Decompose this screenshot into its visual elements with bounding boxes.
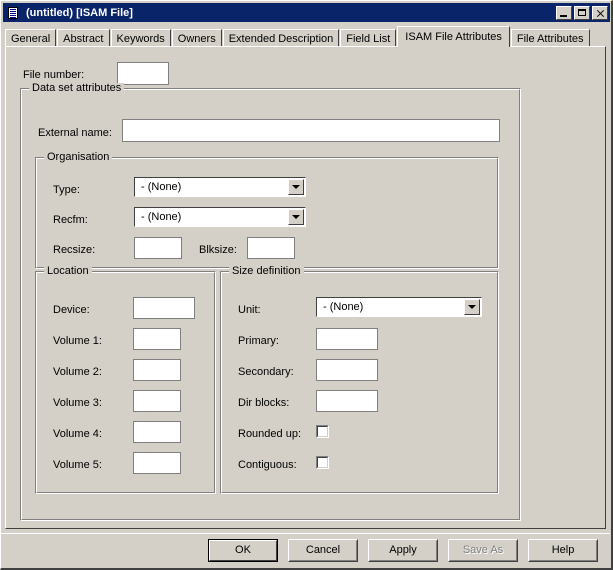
size-definition-legend: Size definition <box>229 266 304 277</box>
ok-button[interactable]: OK <box>208 539 278 562</box>
volume-5-input[interactable] <box>133 452 181 474</box>
apply-button[interactable]: Apply <box>368 539 438 562</box>
contiguous-checkbox[interactable] <box>316 456 329 469</box>
primary-input[interactable] <box>316 328 378 350</box>
tab-file-attributes[interactable]: File Attributes <box>511 29 590 47</box>
external-name-input[interactable] <box>122 119 500 142</box>
volume-2-label: Volume 2: <box>53 366 102 378</box>
title-bar: (untitled) [ISAM File] <box>3 3 610 22</box>
file-number-input[interactable] <box>117 62 169 85</box>
tab-field-list[interactable]: Field List <box>340 29 396 47</box>
unit-combobox[interactable]: - (None) <box>316 297 482 317</box>
tab-strip: General Abstract Keywords Owners Extende… <box>5 27 606 47</box>
volume-4-label: Volume 4: <box>53 428 102 440</box>
recfm-combobox[interactable]: - (None) <box>134 207 306 227</box>
secondary-label: Secondary: <box>238 366 294 378</box>
contiguous-label: Contiguous: <box>238 459 297 471</box>
device-input[interactable] <box>133 297 195 319</box>
type-label: Type: <box>53 184 80 196</box>
isam-file-dialog: (untitled) [ISAM File] General Abstract … <box>0 0 613 570</box>
chevron-down-icon[interactable] <box>288 209 304 225</box>
help-button[interactable]: Help <box>528 539 598 562</box>
volume-4-input[interactable] <box>133 421 181 443</box>
data-set-attributes-legend: Data set attributes <box>29 83 124 94</box>
location-group: Location Device: Volume 1: Volume 2: Vol… <box>35 271 216 494</box>
file-number-label: File number: <box>23 69 84 81</box>
location-legend: Location <box>44 266 92 277</box>
dir-blocks-label: Dir blocks: <box>238 397 289 409</box>
size-definition-group: Size definition Unit: - (None) Primary: … <box>220 271 499 494</box>
rounded-up-label: Rounded up: <box>238 428 301 440</box>
tab-abstract[interactable]: Abstract <box>57 29 109 47</box>
tab-general[interactable]: General <box>5 29 56 47</box>
rounded-up-checkbox[interactable] <box>316 425 329 438</box>
external-name-label: External name: <box>38 127 112 139</box>
window-title: (untitled) [ISAM File] <box>26 7 556 19</box>
organisation-group: Organisation Type: - (None) Recfm: - (No… <box>35 157 499 269</box>
device-label: Device: <box>53 304 90 316</box>
recfm-label: Recfm: <box>53 214 88 226</box>
minimize-button[interactable] <box>556 6 572 20</box>
recsize-label: Recsize: <box>53 244 95 256</box>
recsize-input[interactable] <box>134 237 182 259</box>
type-combobox-value: - (None) <box>136 179 287 195</box>
maximize-button[interactable] <box>574 6 590 20</box>
close-button[interactable] <box>592 6 608 20</box>
volume-3-label: Volume 3: <box>53 397 102 409</box>
unit-combobox-value: - (None) <box>318 299 463 315</box>
volume-1-label: Volume 1: <box>53 335 102 347</box>
document-icon <box>6 6 22 20</box>
volume-2-input[interactable] <box>133 359 181 381</box>
volume-1-input[interactable] <box>133 328 181 350</box>
data-set-attributes-group: Data set attributes External name: Organ… <box>20 88 521 521</box>
volume-3-input[interactable] <box>133 390 181 412</box>
volume-5-label: Volume 5: <box>53 459 102 471</box>
chevron-down-icon[interactable] <box>288 179 304 195</box>
organisation-legend: Organisation <box>44 152 112 163</box>
save-as-button: Save As <box>448 539 518 562</box>
tab-page-isam-file-attributes: File number: Data set attributes Externa… <box>5 46 606 529</box>
recfm-combobox-value: - (None) <box>136 209 287 225</box>
primary-label: Primary: <box>238 335 279 347</box>
dir-blocks-input[interactable] <box>316 390 378 412</box>
blksize-label: Blksize: <box>199 244 237 256</box>
tab-keywords[interactable]: Keywords <box>111 29 171 47</box>
type-combobox[interactable]: - (None) <box>134 177 306 197</box>
blksize-input[interactable] <box>247 237 295 259</box>
cancel-button[interactable]: Cancel <box>288 539 358 562</box>
secondary-input[interactable] <box>316 359 378 381</box>
tab-isam-file-attributes[interactable]: ISAM File Attributes <box>397 26 510 47</box>
unit-label: Unit: <box>238 304 261 316</box>
dialog-button-bar: OK Cancel Apply Save As Help <box>1 533 610 570</box>
tab-extended-description[interactable]: Extended Description <box>223 29 340 47</box>
window-controls <box>556 6 608 20</box>
tab-owners[interactable]: Owners <box>172 29 222 47</box>
chevron-down-icon[interactable] <box>464 299 480 315</box>
